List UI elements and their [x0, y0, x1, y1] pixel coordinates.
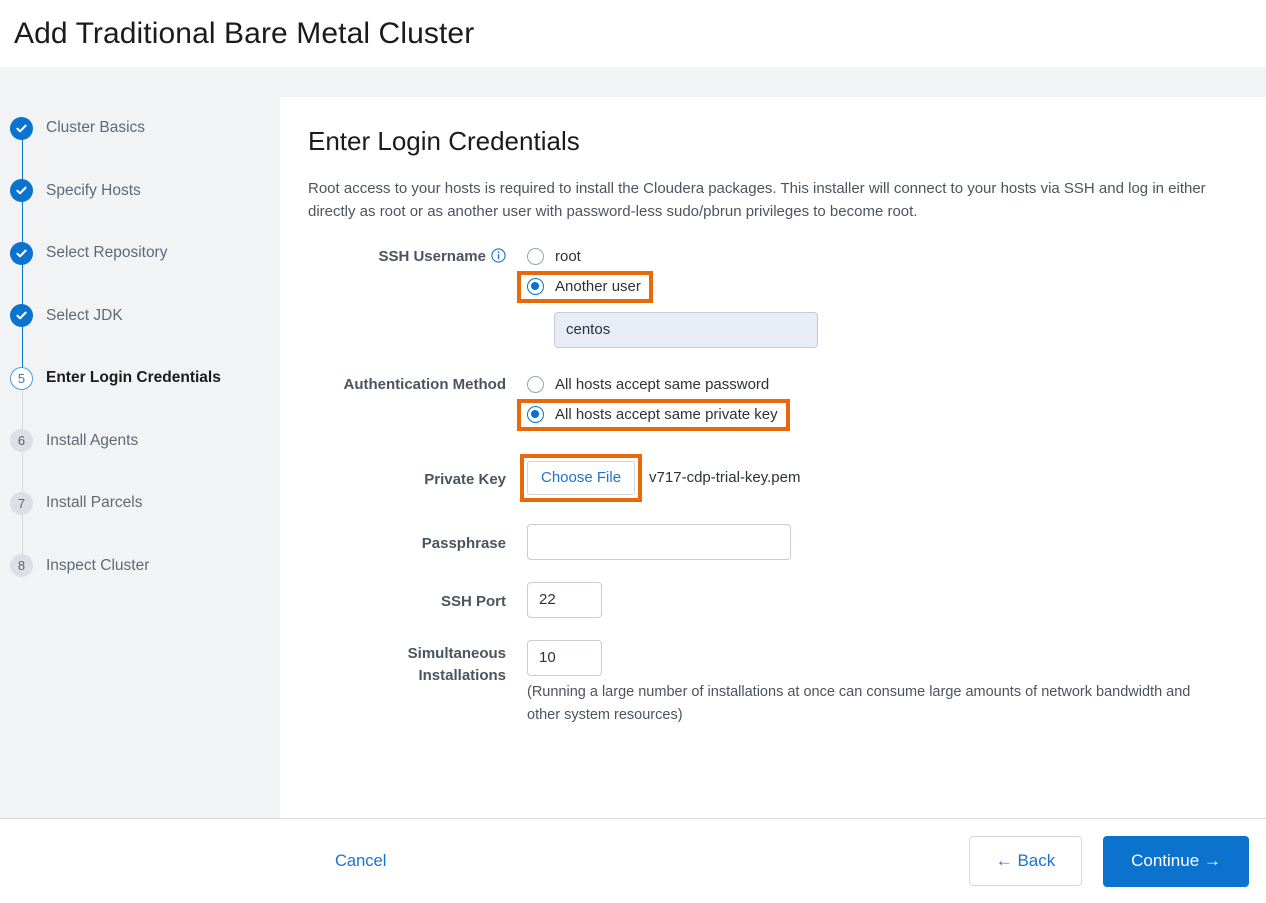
simultaneous-installations-input[interactable]	[527, 639, 602, 676]
simultaneous-installations-label-line2: Installations	[418, 666, 506, 684]
radio-icon-root[interactable]	[527, 248, 544, 266]
page-title: Add Traditional Bare Metal Cluster	[14, 16, 475, 50]
ssh-port-field	[506, 581, 1238, 618]
sidebar-step-label: Inspect Cluster	[46, 556, 150, 574]
ssh-port-input[interactable]	[527, 581, 602, 618]
auth-method-label: Authentication Method	[343, 375, 506, 393]
ssh-port-label: SSH Port	[440, 592, 506, 610]
cancel-button[interactable]: Cancel	[335, 852, 386, 871]
ssh-username-input[interactable]	[554, 311, 818, 348]
passphrase-input[interactable]	[527, 523, 791, 560]
simultaneous-installations-label-line1: Simultaneous	[407, 644, 506, 662]
wizard-content-panel: Enter Login Credentials Root access to y…	[280, 97, 1266, 818]
step-check-icon	[10, 241, 33, 265]
sidebar-step-label: Select JDK	[46, 306, 123, 324]
sidebar-step-select-repository[interactable]: Select Repository	[0, 191, 280, 285]
step-check-icon	[10, 304, 33, 328]
sidebar-step-select-jdk[interactable]: Select JDK	[0, 253, 280, 348]
radio-icon-same-password[interactable]	[527, 376, 544, 394]
step-number-badge: 5	[10, 366, 33, 390]
wizard-footer: Cancel ← Back Continue →	[0, 818, 1266, 903]
ssh-username-row: SSH Username root Another user	[308, 243, 1238, 348]
choose-file-highlight-box: Choose File	[520, 453, 643, 502]
simultaneous-installations-row: Simultaneous Installations (Running a la…	[308, 639, 1238, 727]
sidebar-step-enter-login-credentials[interactable]: 5 Enter Login Credentials	[0, 316, 280, 410]
auth-method-option-password[interactable]: All hosts accept same password	[527, 371, 1238, 399]
page-header: Add Traditional Bare Metal Cluster	[0, 0, 1266, 67]
auth-method-row: Authentication Method All hosts accept s…	[308, 371, 1238, 431]
back-button[interactable]: ← Back	[969, 836, 1082, 886]
sidebar-step-inspect-cluster[interactable]: 8 Inspect Cluster	[0, 503, 280, 598]
sidebar-step-label: Cluster Basics	[46, 119, 146, 137]
passphrase-field	[506, 523, 1238, 560]
choose-file-button[interactable]: Choose File	[527, 460, 636, 495]
step-check-icon	[10, 116, 33, 140]
footer-actions: ← Back Continue →	[969, 835, 1249, 887]
radio-icon-same-private-key[interactable]	[527, 406, 544, 424]
private-key-field: Choose File v717-cdp-trial-key.pem	[506, 453, 1238, 502]
passphrase-label: Passphrase	[421, 534, 506, 552]
wizard-sidebar: Cluster Basics Specify Hosts Select Repo…	[0, 67, 280, 818]
radio-icon-another-user[interactable]	[527, 278, 544, 296]
ssh-username-field: root Another user	[506, 243, 1238, 348]
radio-label-same-password: All hosts accept same password	[555, 376, 770, 394]
step-number-badge: 6	[10, 429, 33, 453]
ssh-username-input-wrap	[554, 311, 1238, 348]
simultaneous-installations-field: (Running a large number of installations…	[506, 639, 1238, 727]
simultaneous-installations-label: Simultaneous Installations	[308, 640, 506, 687]
ssh-username-label: SSH Username	[308, 243, 506, 268]
wizard-step-list: Cluster Basics Specify Hosts Select Repo…	[0, 97, 280, 597]
section-title: Enter Login Credentials	[308, 126, 580, 156]
ssh-username-option-another-user[interactable]: Another user	[517, 270, 653, 303]
sidebar-step-specify-hosts[interactable]: Specify Hosts	[0, 128, 280, 223]
radio-label-another-user: Another user	[555, 278, 641, 296]
sidebar-step-label: Specify Hosts	[46, 181, 141, 199]
ssh-username-label-text: SSH Username	[378, 247, 486, 265]
step-check-icon	[10, 179, 33, 203]
step-number-badge: 8	[10, 554, 33, 578]
ssh-port-row: SSH Port	[308, 581, 1238, 618]
intro-paragraph: Root access to your hosts is required to…	[308, 179, 1206, 221]
sidebar-step-cluster-basics[interactable]: Cluster Basics	[0, 97, 280, 160]
sidebar-step-label: Install Agents	[46, 431, 139, 449]
simultaneous-installations-helper: (Running a large number of installations…	[527, 683, 1191, 723]
sidebar-step-install-parcels[interactable]: 7 Install Parcels	[0, 441, 280, 535]
sidebar-step-label: Select Repository	[46, 244, 168, 262]
private-key-row: Private Key Choose File v717-cdp-trial-k…	[308, 453, 1238, 502]
passphrase-row: Passphrase	[308, 523, 1238, 560]
sidebar-step-label: Install Parcels	[46, 494, 143, 512]
ssh-username-option-root[interactable]: root	[527, 243, 1238, 271]
wizard-body: Cluster Basics Specify Hosts Select Repo…	[0, 67, 1266, 818]
radio-label-same-private-key: All hosts accept same private key	[555, 406, 778, 424]
auth-method-option-private-key[interactable]: All hosts accept same private key	[517, 398, 790, 431]
continue-button[interactable]: Continue →	[1103, 835, 1249, 887]
radio-label-root: root	[555, 248, 581, 266]
private-key-label: Private Key	[424, 470, 506, 488]
sidebar-step-install-agents[interactable]: 6 Install Agents	[0, 378, 280, 473]
auth-method-field: All hosts accept same password All hosts…	[506, 371, 1238, 431]
private-key-file-name: v717-cdp-trial-key.pem	[649, 469, 801, 487]
info-icon[interactable]	[491, 248, 506, 263]
sidebar-step-label: Enter Login Credentials	[46, 369, 221, 387]
step-number-badge: 7	[10, 491, 33, 515]
